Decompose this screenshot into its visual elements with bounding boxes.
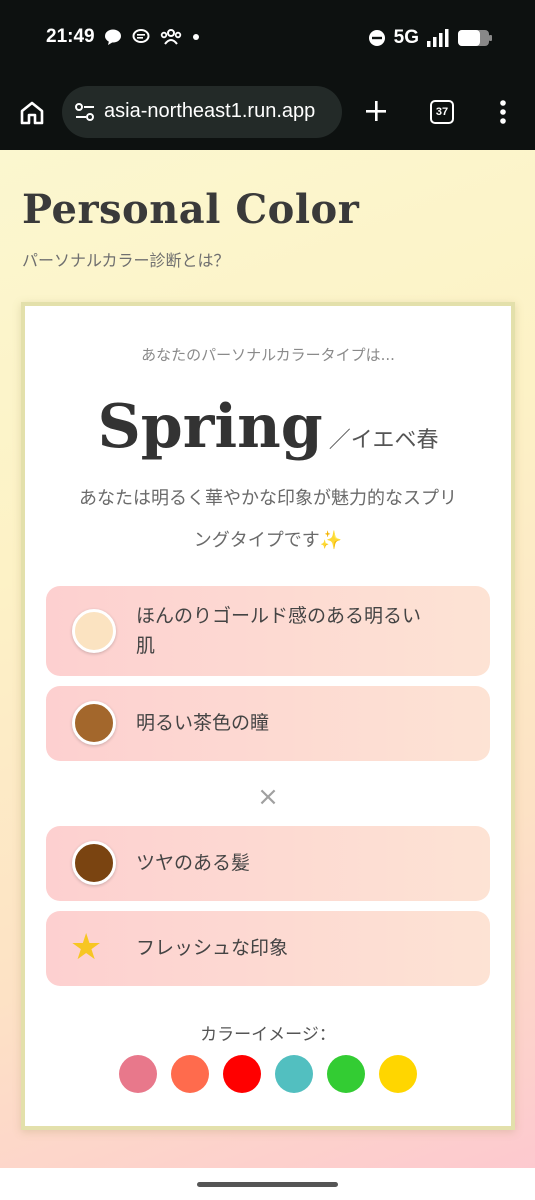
result-description-line: ングタイプです✨ xyxy=(193,530,343,551)
page-title: Personal Color xyxy=(22,186,360,233)
result-type-sub: ／イエベ春 xyxy=(328,428,439,453)
more-vert-icon xyxy=(500,100,506,124)
page-subtitle-link[interactable]: パーソナルカラー診断とは？ xyxy=(22,247,230,271)
status-bar: 21:49 5G xyxy=(0,0,535,78)
trait-skin: ほんのりゴールド感のある明るい 肌 xyxy=(46,586,490,676)
palette-color xyxy=(119,1055,157,1093)
palette-color xyxy=(275,1055,313,1093)
result-description: あなたは明るく華やかな印象が魅力的なスプリ ングタイプです✨ xyxy=(45,478,491,562)
trait-label: ツヤのある髪 xyxy=(136,852,251,874)
palette-color xyxy=(379,1055,417,1093)
address-bar[interactable]: asia-northeast1.run.app xyxy=(62,86,342,138)
trait-label: ほんのりゴールド感のある明るい 肌 xyxy=(136,601,421,661)
navigation-bar xyxy=(0,1168,535,1200)
result-heading: Spring ／イエベ春 xyxy=(25,392,511,462)
trait-eyes: 明るい茶色の瞳 xyxy=(46,686,490,761)
tab-switcher-button[interactable]: 37 xyxy=(430,100,454,124)
palette-color xyxy=(223,1055,261,1093)
system-icons: 5G xyxy=(368,27,493,49)
url-text[interactable]: asia-northeast1.run.app xyxy=(104,100,315,123)
result-lead: あなたのパーソナルカラータイプは... xyxy=(141,346,395,364)
message-icon xyxy=(132,29,150,43)
color-palette xyxy=(25,1055,511,1093)
network-type: 5G xyxy=(393,27,419,48)
browser-toolbar: asia-northeast1.run.app 37 xyxy=(0,78,535,150)
chat-bubble-icon xyxy=(105,29,121,45)
cross-separator: × xyxy=(257,782,279,812)
palette-title: カラーイメージ： xyxy=(200,1025,336,1045)
do-not-disturb-icon xyxy=(368,30,385,46)
trait-label: フレッシュな印象 xyxy=(136,937,289,959)
palette-color xyxy=(171,1055,209,1093)
signal-icon xyxy=(427,29,449,47)
trait-hair: ツヤのある髪 xyxy=(46,826,490,901)
palette-color xyxy=(327,1055,365,1093)
plus-icon xyxy=(366,101,386,121)
home-button[interactable] xyxy=(18,99,46,127)
more-menu-button[interactable] xyxy=(496,98,510,126)
home-icon xyxy=(20,101,44,125)
hair-color-swatch xyxy=(72,841,116,885)
battery-icon xyxy=(458,30,492,46)
trait-label-line: 肌 xyxy=(136,635,156,657)
skin-color-swatch xyxy=(72,609,116,653)
eye-color-swatch xyxy=(72,701,116,745)
trait-label: 明るい茶色の瞳 xyxy=(136,712,270,734)
result-type-name: Spring xyxy=(97,392,323,462)
trait-impression: ★ フレッシュな印象 xyxy=(46,911,490,986)
page-content: Personal Color パーソナルカラー診断とは？ あなたのパーソナルカラ… xyxy=(0,150,535,1168)
gesture-handle[interactable] xyxy=(197,1182,338,1187)
notification-icons xyxy=(104,29,200,45)
star-icon: ★ xyxy=(70,927,103,968)
trait-label-line: ほんのりゴールド感のある明るい xyxy=(136,605,422,627)
site-info-icon[interactable] xyxy=(74,101,96,123)
result-description-line: あなたは明るく華やかな印象が魅力的なスプリ xyxy=(79,488,457,509)
result-card: あなたのパーソナルカラータイプは... Spring ／イエベ春 あなたは明るく華… xyxy=(21,302,515,1130)
status-time: 21:49 xyxy=(46,26,95,47)
new-tab-button[interactable] xyxy=(363,98,389,124)
dot-icon xyxy=(193,34,199,40)
group-icon xyxy=(160,29,182,45)
